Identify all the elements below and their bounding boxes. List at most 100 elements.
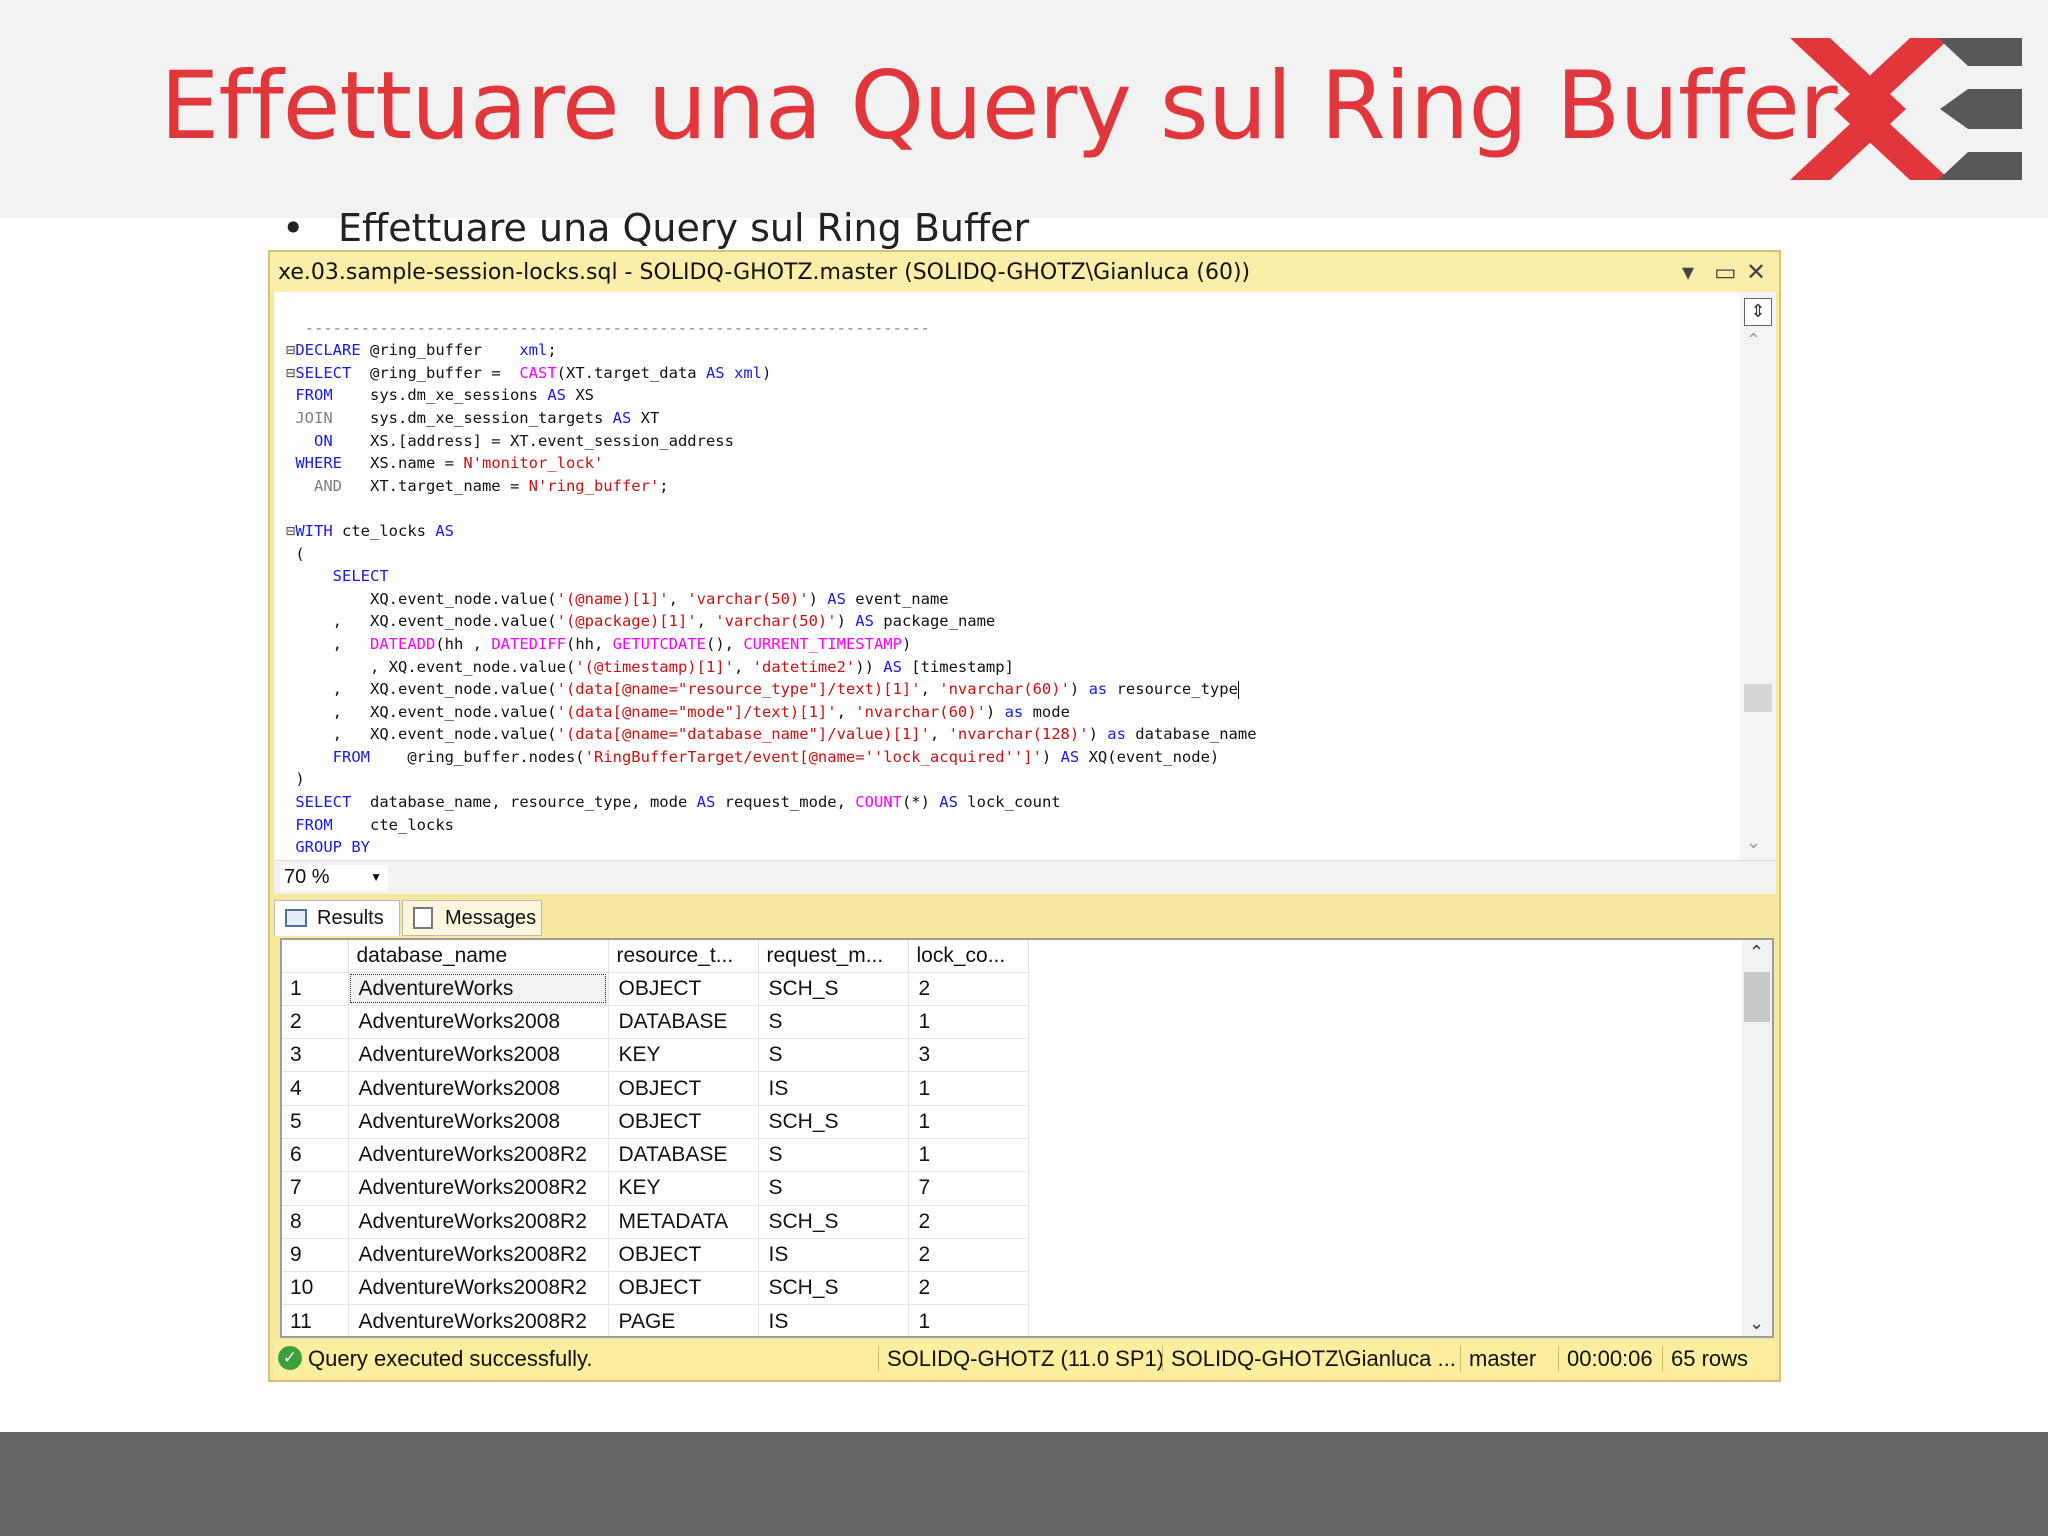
column-header-rownum[interactable] <box>282 940 349 973</box>
scroll-down-icon[interactable]: ⌄ <box>1749 1313 1764 1334</box>
table-cell[interactable]: S <box>758 1171 909 1206</box>
table-row[interactable]: 8 AdventureWorks2008R2 METADATA SCH_S 2 <box>282 1205 1029 1239</box>
row-number[interactable]: 8 <box>282 1205 349 1239</box>
fold-icon[interactable]: ⊟ <box>286 522 295 540</box>
table-cell[interactable]: 2 <box>908 1238 1029 1273</box>
table-cell[interactable]: OBJECT <box>608 1238 759 1273</box>
scroll-thumb[interactable] <box>1744 684 1772 712</box>
window-titlebar[interactable]: xe.03.sample-session-locks.sql - SOLIDQ-… <box>270 252 1779 292</box>
table-cell[interactable]: 1 <box>908 1105 1029 1139</box>
table-cell[interactable]: OBJECT <box>608 1071 759 1106</box>
table-cell[interactable]: AdventureWorks2008 <box>348 1005 609 1040</box>
text-caret <box>1237 680 1239 699</box>
table-cell[interactable]: OBJECT <box>608 972 759 1006</box>
table-cell[interactable]: DATABASE <box>608 1138 759 1173</box>
row-number[interactable]: 4 <box>282 1071 349 1106</box>
status-server: SOLIDQ-GHOTZ (11.0 SP1) <box>878 1346 1164 1372</box>
column-header-lock-count[interactable]: lock_co... <box>908 940 1029 973</box>
table-cell[interactable]: 2 <box>908 972 1029 1006</box>
table-cell[interactable]: S <box>758 1038 909 1073</box>
row-number[interactable]: 7 <box>282 1171 349 1206</box>
table-cell[interactable]: 2 <box>908 1271 1029 1306</box>
grid-scrollbar[interactable]: ⌃ ⌄ <box>1742 940 1772 1336</box>
row-number[interactable]: 6 <box>282 1138 349 1173</box>
table-cell[interactable]: AdventureWorks2008 <box>348 1105 609 1139</box>
table-cell[interactable]: SCH_S <box>758 1271 909 1306</box>
table-cell[interactable]: AdventureWorks2008R2 <box>348 1304 609 1336</box>
row-number[interactable]: 1 <box>282 972 349 1006</box>
table-cell[interactable]: AdventureWorks <box>348 972 609 1006</box>
column-header-resource-type[interactable]: resource_t... <box>608 940 759 973</box>
table-cell[interactable]: 7 <box>908 1171 1029 1206</box>
row-number[interactable]: 10 <box>282 1271 349 1306</box>
zoom-select[interactable]: 70 % ▼ <box>280 865 388 891</box>
table-cell[interactable]: SCH_S <box>758 1205 909 1239</box>
table-cell[interactable]: DATABASE <box>608 1005 759 1040</box>
table-cell[interactable]: OBJECT <box>608 1271 759 1306</box>
tab-results[interactable]: Results <box>274 900 400 936</box>
table-cell[interactable]: AdventureWorks2008R2 <box>348 1271 609 1306</box>
table-cell[interactable]: KEY <box>608 1038 759 1073</box>
dropdown-arrow-icon[interactable]: ▼ <box>370 865 382 889</box>
table-cell[interactable]: AdventureWorks2008 <box>348 1071 609 1106</box>
table-cell[interactable]: KEY <box>608 1171 759 1206</box>
split-icon[interactable]: ⇕ <box>1744 298 1772 326</box>
table-cell[interactable]: SCH_S <box>758 1105 909 1139</box>
editor-scrollbar[interactable]: ⇕ ⌃ ⌄ <box>1740 292 1776 860</box>
table-cell[interactable]: 3 <box>908 1038 1029 1073</box>
row-number[interactable]: 5 <box>282 1105 349 1139</box>
table-cell[interactable]: OBJECT <box>608 1105 759 1139</box>
grid-icon <box>285 909 307 927</box>
table-cell[interactable]: IS <box>758 1238 909 1273</box>
table-cell[interactable]: 1 <box>908 1304 1029 1336</box>
table-cell[interactable]: IS <box>758 1304 909 1336</box>
table-row[interactable]: 1 AdventureWorks OBJECT SCH_S 2 <box>282 972 1029 1006</box>
bullet-marker: • <box>282 206 305 250</box>
scroll-up-icon[interactable]: ⌃ <box>1749 942 1764 963</box>
close-icon[interactable]: ✕ <box>1746 258 1766 286</box>
column-header-request-mode[interactable]: request_m... <box>758 940 909 973</box>
table-cell[interactable]: S <box>758 1138 909 1173</box>
tab-messages[interactable]: Messages <box>402 900 542 936</box>
zoom-value: 70 % <box>284 866 330 888</box>
table-cell[interactable]: AdventureWorks2008 <box>348 1038 609 1073</box>
table-cell[interactable]: IS <box>758 1071 909 1106</box>
chevron-down-icon[interactable]: ▾ <box>1682 258 1694 286</box>
fold-icon[interactable]: ⊟ <box>286 341 295 359</box>
table-row[interactable]: 4 AdventureWorks2008 OBJECT IS 1 <box>282 1071 1029 1106</box>
table-row[interactable]: 2 AdventureWorks2008 DATABASE S 1 <box>282 1005 1029 1040</box>
row-number[interactable]: 9 <box>282 1238 349 1273</box>
table-row[interactable]: 5 AdventureWorks2008 OBJECT SCH_S 1 <box>282 1105 1029 1139</box>
sql-code[interactable]: ----------------------------------------… <box>286 294 1257 860</box>
table-cell[interactable]: 1 <box>908 1071 1029 1106</box>
table-cell[interactable]: AdventureWorks2008R2 <box>348 1171 609 1206</box>
scroll-down-icon[interactable]: ⌄ <box>1746 832 1761 853</box>
scroll-up-icon[interactable]: ⌃ <box>1746 330 1761 351</box>
table-cell[interactable]: 1 <box>908 1138 1029 1173</box>
table-cell[interactable]: 2 <box>908 1205 1029 1239</box>
row-number[interactable]: 3 <box>282 1038 349 1073</box>
table-row[interactable]: 9 AdventureWorks2008R2 OBJECT IS 2 <box>282 1238 1029 1273</box>
maximize-icon[interactable]: ▭ <box>1714 258 1737 286</box>
table-cell[interactable]: PAGE <box>608 1304 759 1336</box>
table-cell[interactable]: AdventureWorks2008R2 <box>348 1138 609 1173</box>
row-number[interactable]: 11 <box>282 1304 349 1336</box>
row-number[interactable]: 2 <box>282 1005 349 1040</box>
table-row[interactable]: 6 AdventureWorks2008R2 DATABASE S 1 <box>282 1138 1029 1173</box>
table-row[interactable]: 11 AdventureWorks2008R2 PAGE IS 1 <box>282 1304 1029 1336</box>
table-row[interactable]: 3 AdventureWorks2008 KEY S 3 <box>282 1038 1029 1073</box>
table-cell[interactable]: 1 <box>908 1005 1029 1040</box>
table-cell[interactable]: AdventureWorks2008R2 <box>348 1205 609 1239</box>
table-cell[interactable]: AdventureWorks2008R2 <box>348 1238 609 1273</box>
column-header-database-name[interactable]: database_name <box>348 940 609 973</box>
results-grid[interactable]: database_name resource_t... request_m...… <box>280 938 1774 1338</box>
ssms-query-window: xe.03.sample-session-locks.sql - SOLIDQ-… <box>268 250 1781 1382</box>
table-cell[interactable]: SCH_S <box>758 972 909 1006</box>
scroll-thumb[interactable] <box>1744 972 1770 1022</box>
table-row[interactable]: 10 AdventureWorks2008R2 OBJECT SCH_S 2 <box>282 1271 1029 1306</box>
table-row[interactable]: 7 AdventureWorks2008R2 KEY S 7 <box>282 1171 1029 1206</box>
fold-icon[interactable]: ⊟ <box>286 364 295 382</box>
query-editor[interactable]: ----------------------------------------… <box>274 292 1776 860</box>
table-cell[interactable]: METADATA <box>608 1205 759 1239</box>
table-cell[interactable]: S <box>758 1005 909 1040</box>
